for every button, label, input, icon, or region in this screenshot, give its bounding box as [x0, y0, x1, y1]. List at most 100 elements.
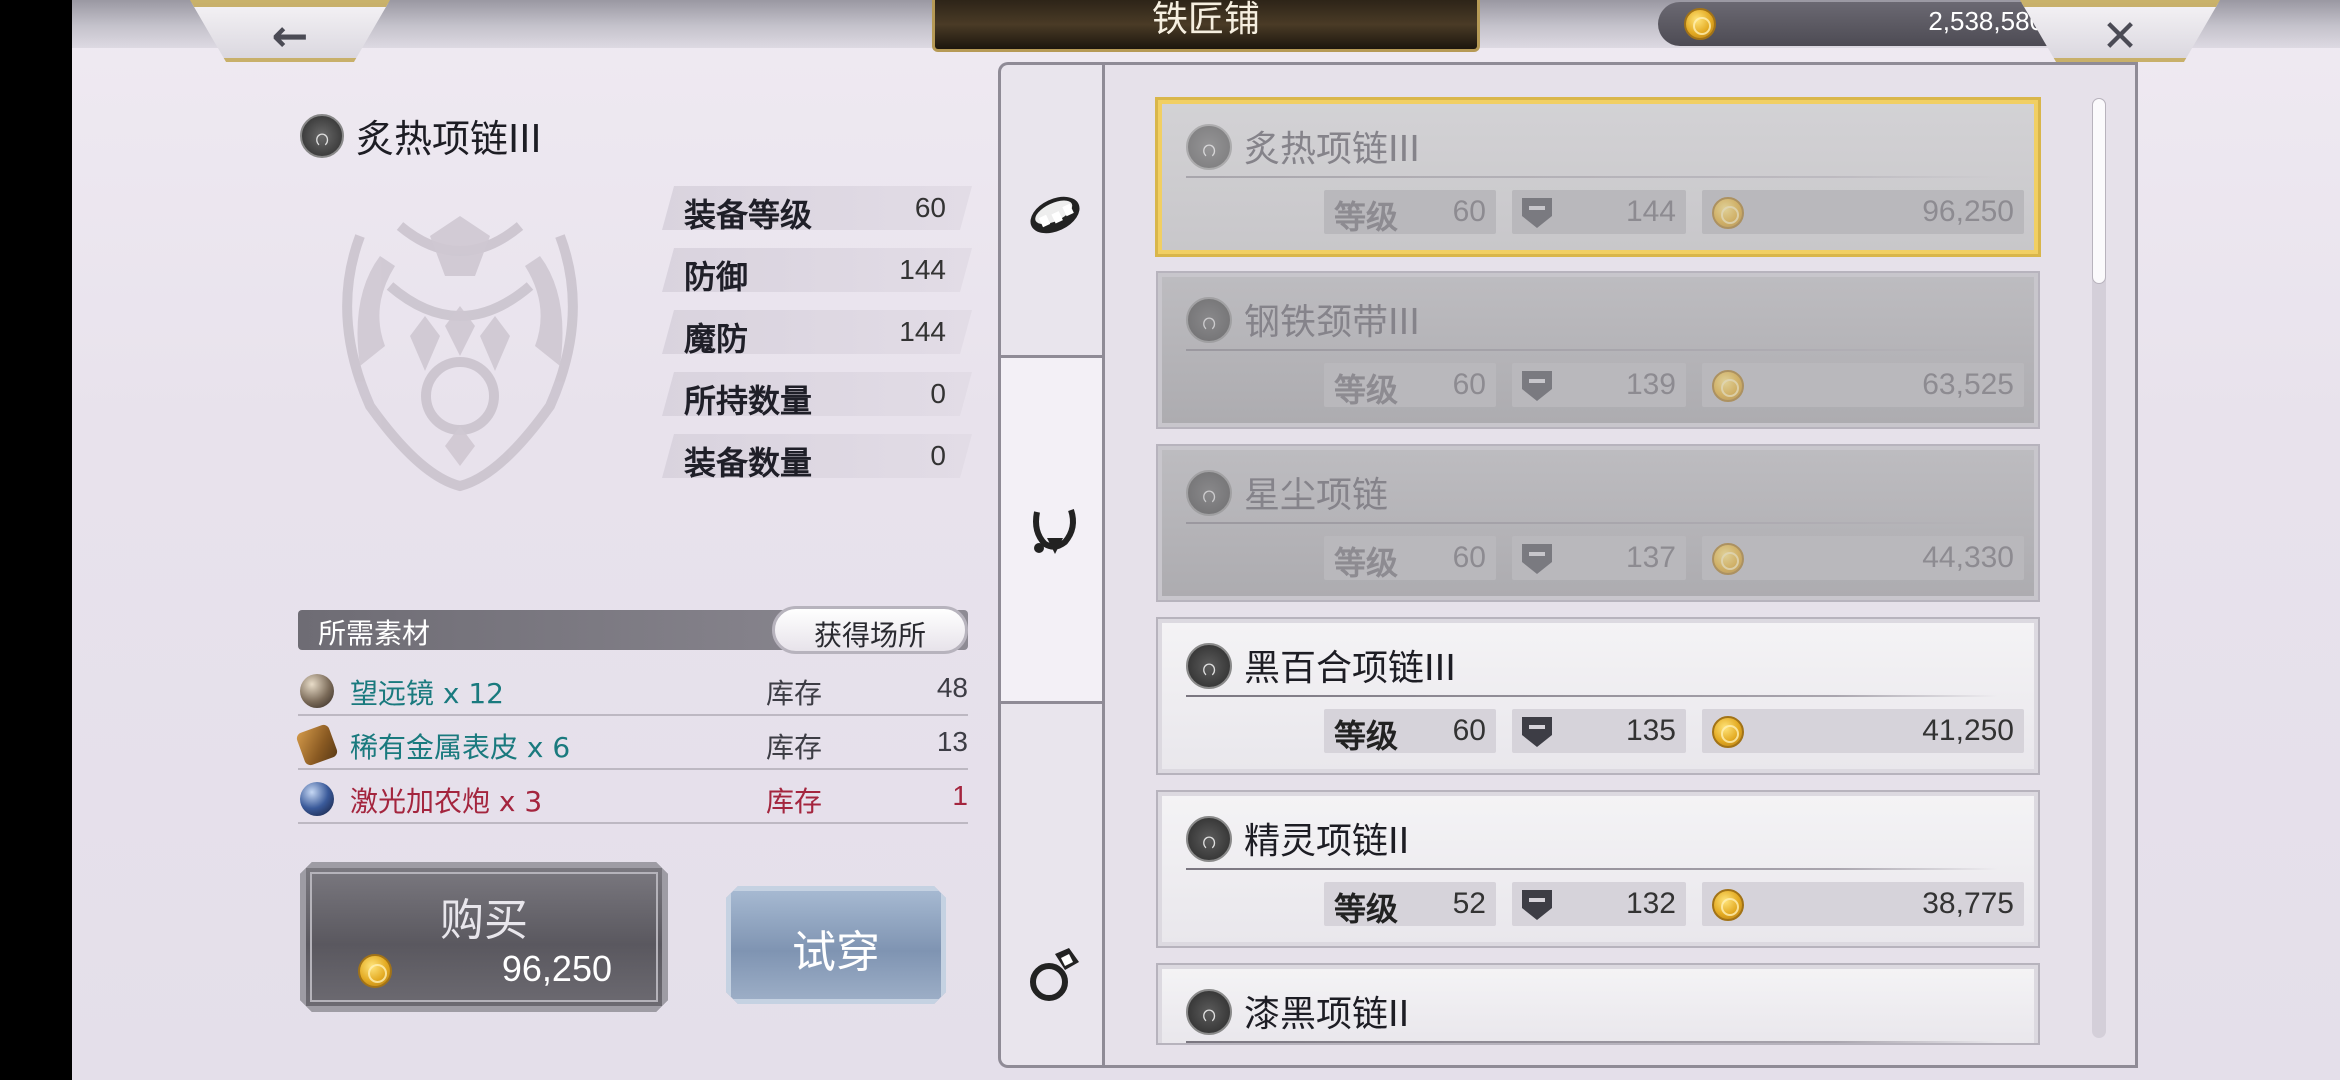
list-item[interactable]: 炙热项链III 等级 60 144 96,250 — [1158, 100, 2038, 254]
stock-label: 库存 — [766, 731, 823, 764]
stat-label: 魔防 — [684, 320, 749, 358]
level-value: 60 — [1452, 714, 1486, 747]
gold-coin-icon — [1712, 716, 1744, 748]
list-item[interactable]: 漆黑项链II — [1158, 965, 2038, 1043]
price-chip: 44,330 — [1702, 536, 2024, 580]
item-name: 黑百合项链III — [1244, 648, 1456, 689]
level-label: 等级 — [1334, 544, 1399, 582]
necklace-badge-icon — [1186, 124, 1232, 170]
item-name: 漆黑项链II — [1244, 994, 1410, 1035]
acquire-location-button[interactable]: 获得场所 — [772, 606, 968, 654]
stock-value: 1 — [952, 780, 968, 811]
stat-label: 所持数量 — [684, 382, 813, 420]
stock-value: 13 — [936, 726, 968, 757]
level-chip: 等级 60 — [1324, 190, 1496, 236]
level-chip: 等级 52 — [1324, 882, 1496, 928]
close-button[interactable]: ✕ — [2020, 0, 2220, 62]
tab-necklace[interactable] — [1001, 355, 1104, 701]
necklace-badge-icon — [300, 114, 344, 158]
divider — [1186, 522, 1998, 524]
list-item[interactable]: 星尘项链 等级 60 137 44,330 — [1158, 446, 2038, 600]
try-on-button[interactable]: 试穿 — [726, 886, 946, 1004]
divider — [1186, 868, 1998, 870]
defense-chip: 144 — [1512, 190, 1686, 234]
defense-value: 139 — [1625, 368, 1676, 401]
stock-label: 库存 — [766, 677, 823, 710]
divider — [1186, 176, 1998, 178]
stat-value: 0 — [930, 378, 946, 409]
level-value: 60 — [1452, 541, 1486, 574]
stock-value: 48 — [936, 672, 968, 703]
necklace-emblem-icon — [342, 216, 578, 492]
back-button[interactable]: ← — [190, 0, 390, 62]
necklace-badge-icon — [1186, 643, 1232, 689]
tab-ring[interactable] — [1001, 701, 1104, 1071]
necklace-badge-icon — [1186, 816, 1232, 862]
blue-orb-icon — [300, 782, 334, 816]
scrollbar[interactable] — [2092, 98, 2106, 1038]
stats-list: 装备等级 60 防御 144 魔防 144 所持数量 0 装备数量 0 — [662, 186, 972, 496]
material-row[interactable]: 稀有金属表皮 x 6 库存 13 — [295, 718, 968, 770]
stat-row-equipped-count: 装备数量 0 — [662, 434, 972, 478]
back-arrow-icon: ← — [271, 11, 309, 62]
level-chip: 等级 60 — [1324, 709, 1496, 755]
price-chip: 63,525 — [1702, 363, 2024, 407]
price-chip: 41,250 — [1702, 709, 2024, 753]
stat-value: 60 — [914, 192, 946, 223]
buy-button[interactable]: 购买 96,250 — [300, 862, 668, 1012]
stat-row-defense: 防御 144 — [662, 248, 972, 292]
defense-chip: 132 — [1512, 882, 1686, 926]
stock-label: 库存 — [766, 785, 823, 818]
gold-counter: 2,538,580 — [1658, 2, 2078, 46]
try-on-label: 试穿 — [792, 927, 880, 978]
necklace-badge-icon — [1186, 989, 1232, 1035]
list-item[interactable]: 钢铁颈带III 等级 60 139 63,525 — [1158, 273, 2038, 427]
necklace-badge-icon — [1186, 297, 1232, 343]
level-label: 等级 — [1334, 717, 1399, 755]
scrollbar-thumb[interactable] — [2092, 98, 2106, 284]
defense-value: 135 — [1625, 714, 1676, 747]
level-value: 60 — [1452, 368, 1486, 401]
price-value: 96,250 — [1922, 195, 2014, 228]
close-icon: ✕ — [2101, 11, 2139, 62]
price-value: 44,330 — [1922, 541, 2014, 574]
material-row[interactable]: 激光加农炮 x 3 库存 1 — [298, 772, 968, 824]
gold-coin-icon — [1712, 197, 1744, 229]
stat-row-owned-count: 所持数量 0 — [662, 372, 972, 416]
item-name: 钢铁颈带III — [1244, 302, 1420, 343]
pearl-icon — [300, 674, 334, 708]
level-label: 等级 — [1334, 371, 1399, 409]
level-chip: 等级 60 — [1324, 363, 1496, 409]
gold-coin-icon — [1712, 889, 1744, 921]
shield-icon — [1522, 371, 1552, 401]
divider — [1186, 349, 1998, 351]
stat-label: 装备数量 — [684, 444, 813, 482]
list-item[interactable]: 精灵项链II 等级 52 132 38,775 — [1158, 792, 2038, 946]
material-row[interactable]: 望远镜 x 12 库存 48 — [298, 664, 968, 716]
gold-coin-icon — [1712, 370, 1744, 402]
stat-value: 0 — [930, 440, 946, 471]
bracelet-icon — [1030, 196, 1080, 234]
price-chip: 96,250 — [1702, 190, 2024, 234]
stat-label: 装备等级 — [684, 196, 813, 234]
shield-icon — [1522, 198, 1552, 228]
price-value: 38,775 — [1922, 887, 2014, 920]
stat-row-magic-defense: 魔防 144 — [662, 310, 972, 354]
defense-chip: 137 — [1512, 536, 1686, 580]
shield-icon — [1522, 544, 1552, 574]
price-chip: 38,775 — [1702, 882, 2024, 926]
ring-icon — [1030, 948, 1079, 1001]
material-name: 望远镜 x 12 — [350, 677, 505, 710]
tab-bracelet[interactable] — [1001, 65, 1104, 355]
shield-icon — [1522, 717, 1552, 747]
level-value: 60 — [1452, 195, 1486, 228]
selected-item-name: 炙热项链III — [356, 117, 542, 161]
defense-value: 132 — [1625, 887, 1676, 920]
gold-coin-icon — [1684, 8, 1716, 40]
scroll-icon — [295, 723, 339, 767]
title-plate: 铁匠铺 — [932, 0, 1480, 52]
list-item[interactable]: 黑百合项链III 等级 60 135 41,250 — [1158, 619, 2038, 773]
item-name: 星尘项链 — [1244, 475, 1389, 516]
gold-coin-icon — [1712, 543, 1744, 575]
level-value: 52 — [1452, 887, 1486, 920]
